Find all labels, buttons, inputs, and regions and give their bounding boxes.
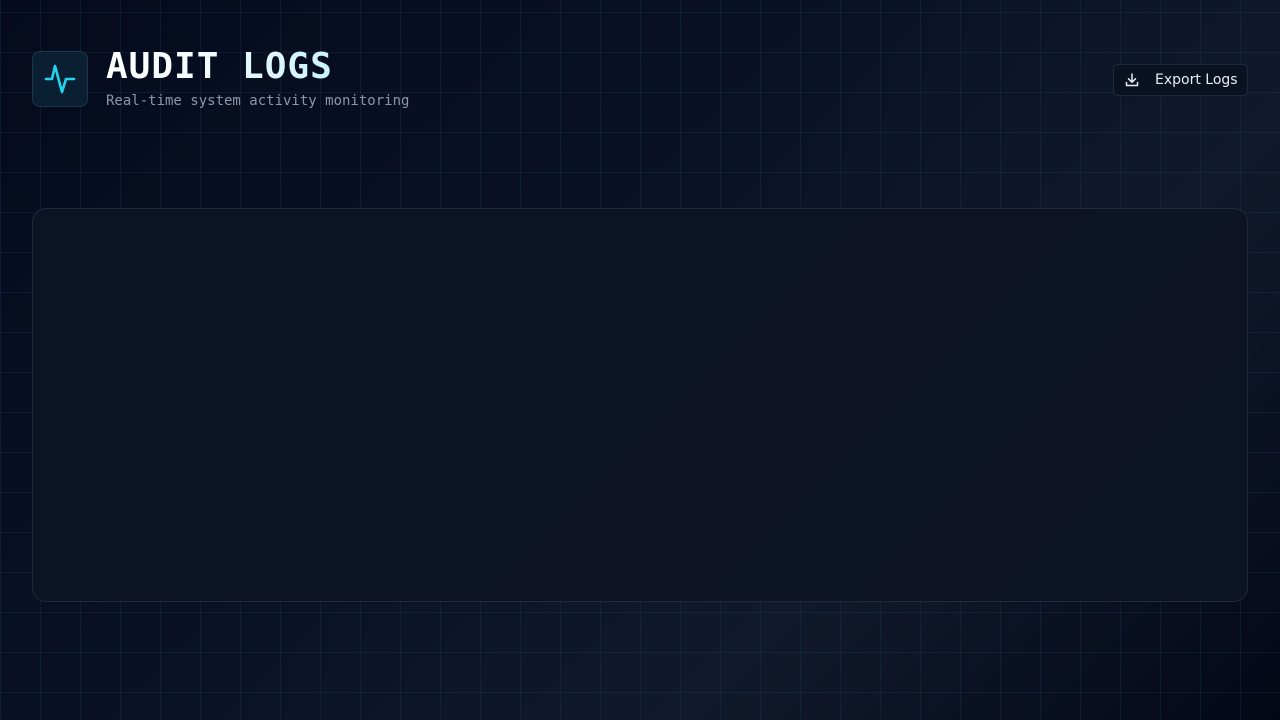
- page-title: AUDIT LOGS: [106, 44, 333, 90]
- audit-log-panel: [32, 208, 1248, 602]
- export-logs-button[interactable]: Export Logs: [1113, 64, 1248, 96]
- activity-pulse-icon: [44, 64, 76, 94]
- logo-badge: [32, 51, 88, 107]
- page-subtitle: Real-time system activity monitoring: [106, 93, 410, 109]
- export-logs-label: Export Logs: [1155, 72, 1238, 88]
- download-icon: [1124, 72, 1140, 88]
